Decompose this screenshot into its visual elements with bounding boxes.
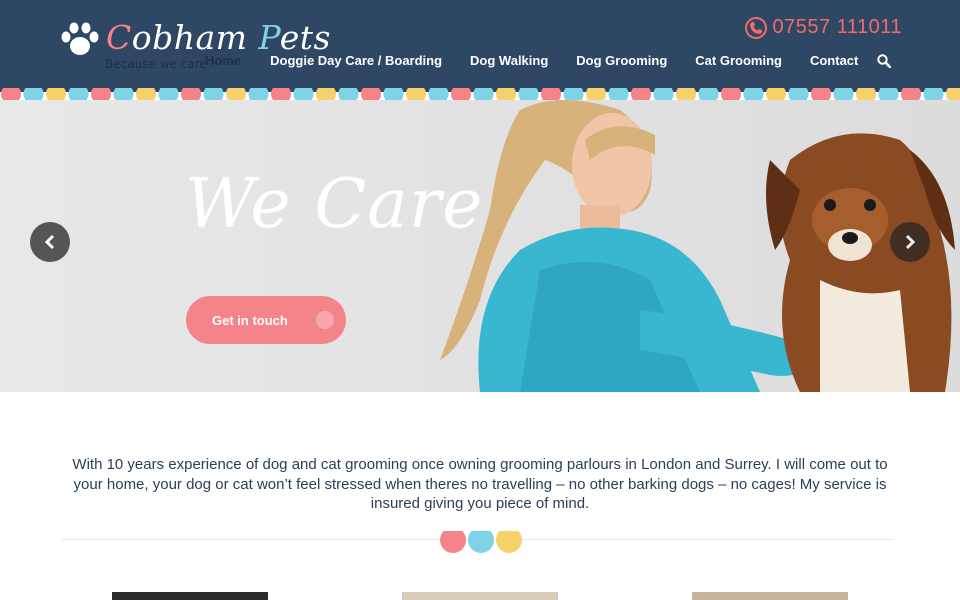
brand-tagline: Because we care <box>105 57 207 71</box>
cta-label: Get in touch <box>212 312 288 328</box>
get-in-touch-button[interactable]: Get in touch <box>186 296 346 344</box>
slider-next-button[interactable] <box>890 222 930 262</box>
chevron-left-icon <box>44 234 55 250</box>
search-icon[interactable] <box>877 54 891 68</box>
site-logo[interactable]: Cobham Pets Because we care <box>60 18 330 80</box>
phone-number: 07557 111011 <box>772 16 902 38</box>
header-phone[interactable]: 07557 111011 <box>744 16 902 39</box>
main-nav: Home Doggie Day Care / Boarding Dog Walk… <box>205 53 891 68</box>
service-thumbnail[interactable] <box>402 592 558 600</box>
service-thumbnail[interactable] <box>692 592 848 600</box>
slider-prev-button[interactable] <box>30 222 70 262</box>
intro-text: With 10 years experience of dog and cat … <box>72 456 888 512</box>
nav-home[interactable]: Home <box>205 53 241 68</box>
service-thumbnail[interactable] <box>112 592 268 600</box>
decorative-dots <box>440 531 522 553</box>
nav-contact[interactable]: Contact <box>810 53 858 68</box>
hero-title: We Care <box>185 165 484 244</box>
phone-icon <box>744 16 767 39</box>
paw-icon <box>61 22 99 55</box>
chevron-right-icon <box>905 234 916 250</box>
brand-name: Cobham Pets <box>106 18 331 57</box>
hero-slider: We Care Get in touch <box>0 100 960 392</box>
hero-image <box>0 100 960 392</box>
nav-cat-grooming[interactable]: Cat Grooming <box>695 53 782 68</box>
nav-dog-grooming[interactable]: Dog Grooming <box>576 53 667 68</box>
chevron-right-icon <box>316 311 334 329</box>
nav-dog-walking[interactable]: Dog Walking <box>470 53 548 68</box>
nav-doggie-day-care[interactable]: Doggie Day Care / Boarding <box>270 53 442 68</box>
site-header: Cobham Pets Because we care 07557 111011… <box>0 0 960 92</box>
